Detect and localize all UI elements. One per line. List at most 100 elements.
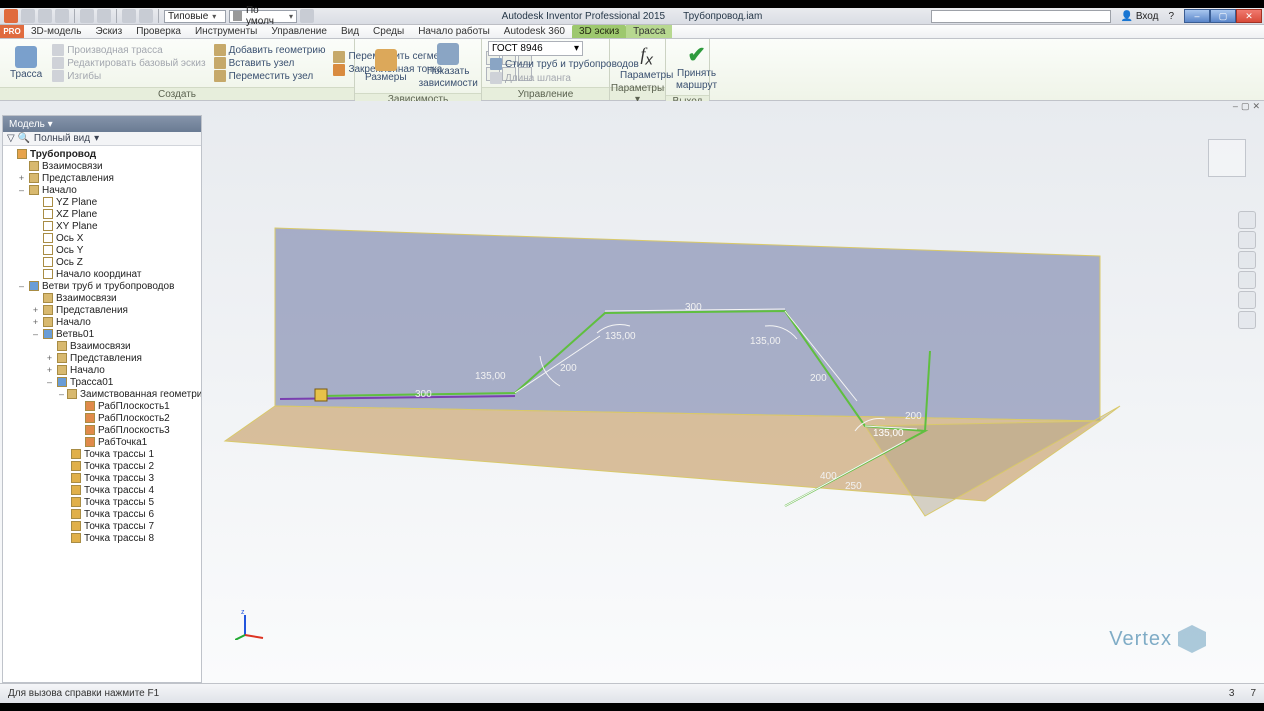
tree-node[interactable]: –Заимствованная геометрия [3,388,201,400]
group-create-label: Создать [0,87,354,100]
tree-node[interactable]: Точка трассы 1 [3,448,201,460]
maximize-button[interactable]: ▢ [1210,9,1236,23]
tree-node[interactable]: Точка трассы 2 [3,460,201,472]
tab-inspect[interactable]: Проверка [129,25,188,38]
tree-node[interactable]: +Представления [3,172,201,184]
tree-node[interactable]: Точка трассы 7 [3,520,201,532]
tab-environments[interactable]: Среды [366,25,411,38]
svg-text:135,00: 135,00 [475,371,506,382]
tree-node[interactable]: XY Plane [3,220,201,232]
tree-node[interactable]: +Представления [3,352,201,364]
viewport[interactable]: 300 300 200 200 200 250 400 135,00 135,0… [205,101,1264,683]
tree-node[interactable]: Точка трассы 6 [3,508,201,520]
svg-text:135,00: 135,00 [873,428,904,439]
tree-node[interactable]: РабПлоскость1 [3,400,201,412]
tab-route[interactable]: Трасса [626,25,672,38]
tree-node[interactable]: XZ Plane [3,208,201,220]
derived-route-cmd: Производная трасса [50,44,207,56]
save-icon[interactable] [55,9,69,23]
search-input[interactable] [931,10,1111,23]
ribbon: Трасса Производная трасса Редактировать … [0,39,1264,101]
tree-node[interactable]: Точка трассы 3 [3,472,201,484]
svg-text:400: 400 [820,471,837,482]
tab-3d-sketch[interactable]: 3D эскиз [572,25,626,38]
svg-text:200: 200 [810,373,827,384]
svg-text:250: 250 [845,481,862,492]
tab-3d-model[interactable]: 3D-модель [24,25,88,38]
model-browser[interactable]: Модель ▾ ▽ 🔍 Полный вид ▾ Трубопровод Вз… [2,115,202,683]
minimize-button[interactable]: – [1184,9,1210,23]
tree-node[interactable]: –Ветвь01 [3,328,201,340]
tree-node[interactable]: Ось Z [3,256,201,268]
home-icon[interactable] [122,9,136,23]
nav-bar[interactable] [1238,211,1256,329]
tree-node[interactable]: Точка трассы 5 [3,496,201,508]
tree-node[interactable]: –Ветви труб и трубопроводов [3,280,201,292]
tree-node[interactable]: Начало координат [3,268,201,280]
select-icon[interactable] [139,9,153,23]
route-button[interactable]: Трасса [6,44,46,82]
browser-filter[interactable]: ▽ 🔍 Полный вид ▾ [3,132,201,146]
tree-node[interactable]: Ось X [3,232,201,244]
new-icon[interactable] [21,9,35,23]
status-hint: Для вызова справки нажмите F1 [8,688,159,699]
tree-node[interactable]: РабТочка1 [3,436,201,448]
show-constraints-button[interactable]: Показатьзависимости [415,41,482,91]
finish-route-button[interactable]: ✔Принятьмаршрут [672,41,721,93]
tree-node[interactable]: Ось Y [3,244,201,256]
tree-node[interactable]: Взаимосвязи [3,292,201,304]
tab-getstarted[interactable]: Начало работы [411,25,497,38]
tree-node[interactable]: Взаимосвязи [3,340,201,352]
tab-sketch[interactable]: Эскиз [88,25,129,38]
hose-length-cmd: Длина шланга [488,72,573,84]
open-icon[interactable] [38,9,52,23]
login-link[interactable]: 👤 Вход [1121,11,1159,22]
pro-badge: PRO [0,24,24,38]
appearance-dropdown[interactable]: По умолч [229,10,297,23]
tree-node[interactable]: +Начало [3,364,201,376]
svg-text:300: 300 [685,302,702,313]
group-params-label: Параметры ▾ [610,87,665,100]
browser-header[interactable]: Модель ▾ [3,116,201,132]
fx-icon[interactable] [300,9,314,23]
tab-a360[interactable]: Autodesk 360 [497,25,572,38]
axis-triad: z [235,610,265,645]
svg-text:z: z [241,610,245,616]
tree-node[interactable]: Точка трассы 4 [3,484,201,496]
standard-dropdown[interactable]: ГОСТ 8946▾ [488,41,583,56]
svg-text:135,00: 135,00 [605,331,636,342]
tree-node[interactable]: РабПлоскость3 [3,424,201,436]
undo-icon[interactable] [80,9,94,23]
title-bar: Типовые По умолч Autodesk Inventor Profe… [0,8,1264,25]
tab-view[interactable]: Вид [334,25,366,38]
redo-icon[interactable] [97,9,111,23]
fx-icon: fx [640,45,653,69]
insert-node-cmd[interactable]: Вставить узел [212,57,328,69]
help-icon[interactable]: ? [1168,11,1174,22]
dimension-button[interactable]: Размеры [361,47,411,85]
tree-node[interactable]: РабПлоскость2 [3,412,201,424]
tree-root[interactable]: Трубопровод [3,148,201,160]
svg-text:135,00: 135,00 [750,336,781,347]
ribbon-tabs: PRO 3D-модель Эскиз Проверка Инструменты… [0,25,1264,39]
tree-node[interactable]: –Трасса01 [3,376,201,388]
tree-node[interactable]: –Начало [3,184,201,196]
window-title: Autodesk Inventor Professional 2015Трубо… [502,11,763,22]
svg-text:200: 200 [560,363,577,374]
edit-base-sketch-cmd: Редактировать базовый эскиз [50,57,207,69]
svg-text:300: 300 [415,389,432,400]
tree-node[interactable]: +Представления [3,304,201,316]
group-manage-label: Управление [482,87,609,100]
tree-node[interactable]: YZ Plane [3,196,201,208]
view-cube[interactable] [1208,139,1246,177]
app-menu-icon[interactable] [4,9,18,23]
check-icon: ✔ [687,43,705,67]
bends-cmd: Изгибы [50,70,207,82]
tree-node[interactable]: Точка трассы 8 [3,532,201,544]
tree-node[interactable]: +Начало [3,316,201,328]
move-node-cmd[interactable]: Переместить узел [212,70,328,82]
tree-node[interactable]: Взаимосвязи [3,160,201,172]
add-geometry-cmd[interactable]: Добавить геометрию [212,44,328,56]
material-dropdown[interactable]: Типовые [164,10,226,23]
close-button[interactable]: ✕ [1236,9,1262,23]
